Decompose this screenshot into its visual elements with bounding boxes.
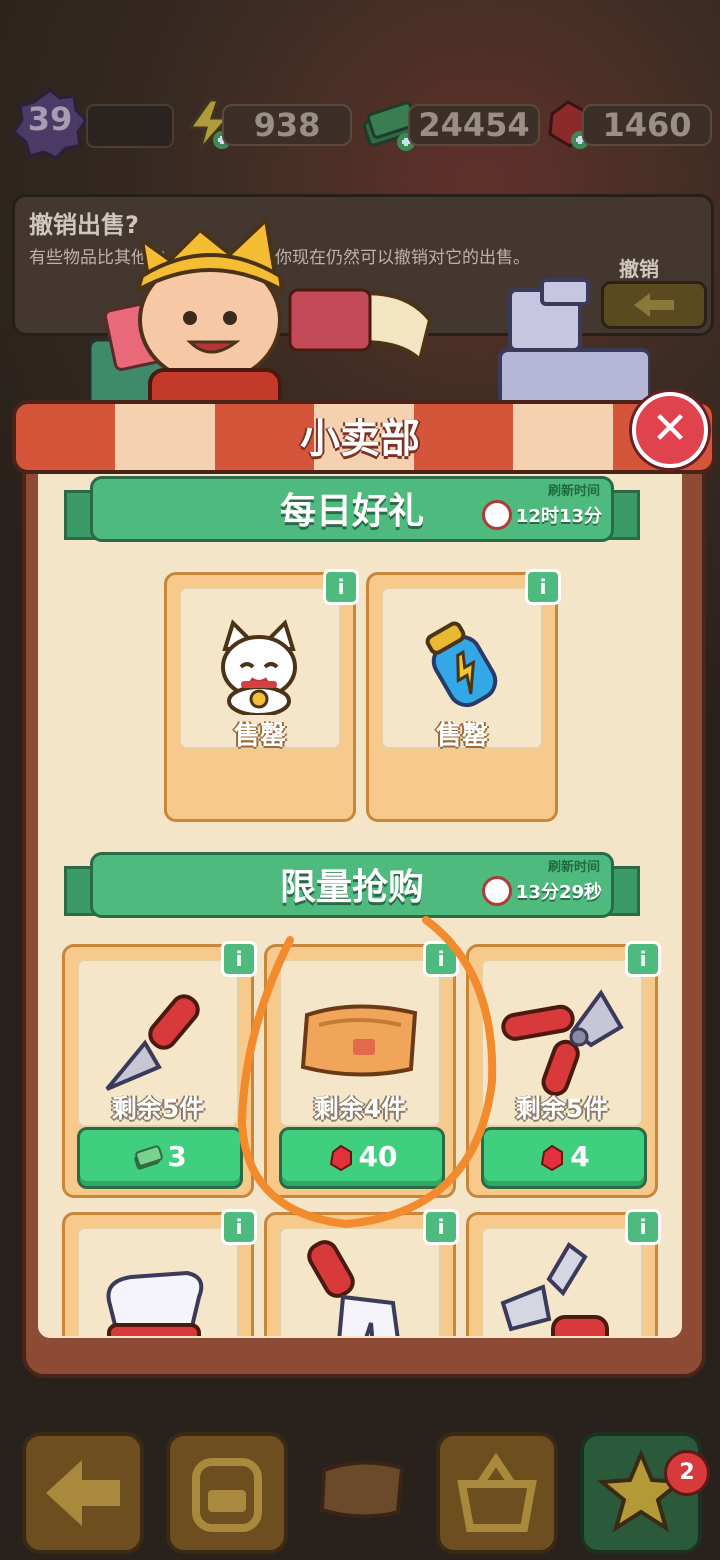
energy-value: 938: [222, 104, 352, 146]
limited-refresh-time: 13分29秒: [515, 882, 602, 903]
sold-out-label: 售罄: [435, 721, 488, 751]
garden-glove-icon: [106, 1270, 204, 1336]
notification-badge: 2: [664, 1450, 710, 1496]
limited-section-header: 限量抢购 刷新时间 13分29秒: [64, 852, 640, 920]
shop-title: 小卖部: [300, 416, 420, 462]
cash-icon: [134, 1145, 164, 1170]
cash-resource[interactable]: 24454: [362, 98, 540, 151]
daily-refresh-label: 刷新时间: [547, 484, 600, 499]
close-button[interactable]: ✕: [632, 392, 708, 468]
scissors-icon: [500, 1242, 609, 1336]
info-icon[interactable]: i: [625, 1209, 661, 1245]
daily-refresh-time: 12时13分: [515, 506, 602, 527]
remaining-label: 剩余5件: [111, 1094, 205, 1123]
info-icon[interactable]: i: [323, 569, 359, 605]
daily-item-card-1[interactable]: 售罄 i: [164, 569, 359, 822]
info-icon[interactable]: i: [525, 569, 561, 605]
close-icon: ✕: [651, 403, 689, 454]
sell-basket-button[interactable]: [436, 1432, 558, 1554]
gem-icon: [541, 1144, 564, 1172]
bag-item-icon: [319, 1460, 405, 1519]
highlight-annotation: [237, 916, 497, 1229]
info-icon[interactable]: i: [625, 941, 661, 977]
basket-icon: [457, 1452, 537, 1532]
level-value: 39: [27, 100, 73, 138]
lucky-cat-icon: [221, 619, 297, 715]
price-value: 4: [570, 1140, 590, 1173]
gem-value: 1460: [582, 104, 712, 146]
limited-refresh-label: 刷新时间: [547, 860, 600, 875]
daily-item-card-2[interactable]: 售罄 i: [366, 569, 561, 822]
energy-resource[interactable]: 938: [182, 98, 352, 151]
energy-bottle-icon: [425, 621, 498, 708]
daily-section-header: 每日好礼 刷新时间 12时13分: [64, 476, 640, 544]
buy-button[interactable]: 3: [77, 1127, 243, 1189]
pruning-shears-icon: [501, 989, 624, 1097]
price-value: 3: [167, 1140, 187, 1173]
gem-resource[interactable]: 1460: [542, 98, 712, 149]
buy-button[interactable]: 4: [481, 1127, 647, 1189]
hand-fork-icon: [307, 1240, 400, 1336]
trowel-icon: [105, 994, 200, 1091]
clock-icon: [482, 500, 512, 530]
cash-value: 24454: [408, 104, 540, 146]
sold-out-label: 售罄: [233, 721, 286, 751]
clock-icon: [482, 876, 512, 906]
shopkeeper-illustration: [90, 215, 650, 420]
backpack-button[interactable]: [166, 1432, 288, 1554]
back-arrow-icon: [46, 1460, 120, 1526]
back-button[interactable]: [22, 1432, 144, 1554]
backpack-icon: [192, 1458, 262, 1532]
xp-bar: [86, 104, 174, 148]
bottom-bar: [0, 1380, 720, 1560]
